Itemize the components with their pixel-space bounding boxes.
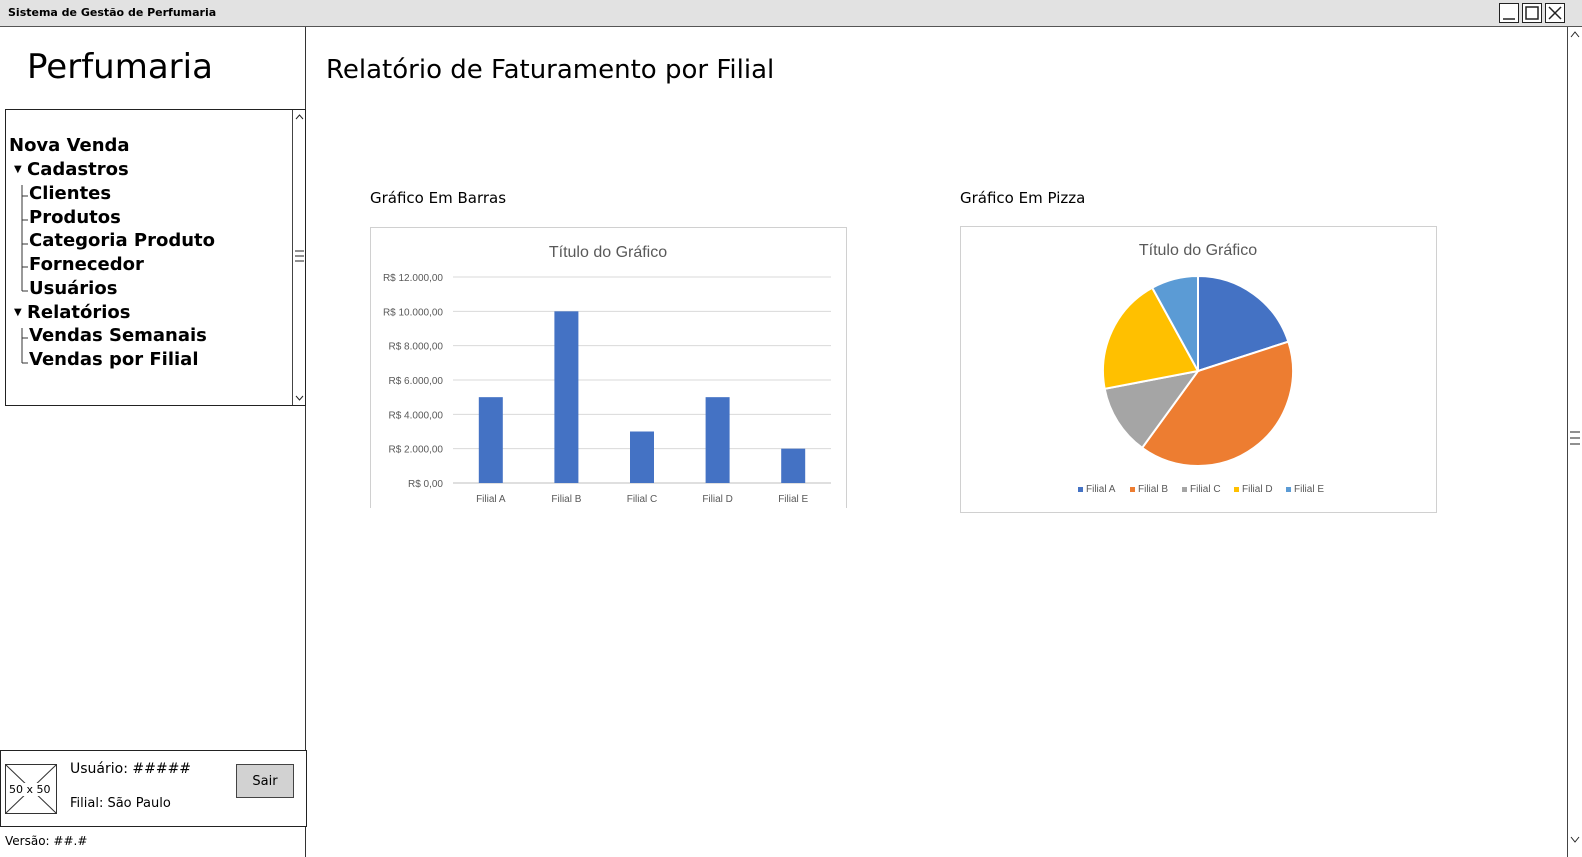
expand-triangle-icon[interactable]: ▼ xyxy=(14,307,22,318)
close-icon xyxy=(1548,6,1562,20)
legend-swatch xyxy=(1234,487,1239,492)
window-title-bar: Sistema de Gestão de Perfumaria xyxy=(0,0,1582,27)
avatar-size-label: 50 x 50 xyxy=(8,783,52,796)
bar xyxy=(478,397,503,483)
app-name: Perfumaria xyxy=(27,47,213,87)
user-label: Usuário: ##### xyxy=(70,761,192,777)
branch-label: Filial: São Paulo xyxy=(70,796,171,811)
navigation-tree: Nova Venda ▼ Cadastros Clientes Produtos… xyxy=(5,109,306,406)
avatar: 50 x 50 xyxy=(5,764,57,814)
y-tick-label: R$ 8.000,00 xyxy=(389,342,444,353)
chevron-up-icon xyxy=(295,114,304,120)
legend-label: Filial D xyxy=(1242,484,1273,495)
legend-swatch xyxy=(1286,487,1291,492)
maximize-icon xyxy=(1525,6,1539,20)
y-tick-label: R$ 2.000,00 xyxy=(389,445,444,456)
nav-usuarios[interactable]: Usuários xyxy=(29,278,117,299)
nav-cadastros[interactable]: Cadastros xyxy=(27,159,129,180)
nav-produtos[interactable]: Produtos xyxy=(29,207,121,228)
y-tick-label: R$ 6.000,00 xyxy=(389,376,444,387)
pie-chart: Título do Gráfico Filial A Filial B Filial … xyxy=(960,226,1437,513)
bar-chart: Título do Gráfico R$ 0,00 R$ 2.000,00 R$ 4.… xyxy=(370,227,847,508)
x-tick-label: Filial B xyxy=(551,494,581,505)
page-title: Relatório de Faturamento por Filial xyxy=(326,55,775,85)
bar xyxy=(781,448,806,483)
legend-swatch xyxy=(1130,487,1135,492)
bar xyxy=(705,397,730,483)
legend-label: Filial E xyxy=(1294,484,1324,495)
pie-chart-section-label: Gráfico Em Pizza xyxy=(960,189,1086,207)
legend-swatch xyxy=(1078,487,1083,492)
version-label: Versão: ##.# xyxy=(5,834,88,848)
bar xyxy=(630,431,654,483)
user-panel: 50 x 50 Usuário: ##### Filial: São Paulo… xyxy=(0,750,307,827)
chart-title: Título do Gráfico xyxy=(1139,242,1257,259)
chevron-down-icon xyxy=(295,395,304,401)
x-tick-label: Filial A xyxy=(476,494,506,505)
bar-chart-section-label: Gráfico Em Barras xyxy=(370,189,507,207)
nav-fornecedor[interactable]: Fornecedor xyxy=(29,254,144,275)
legend-label: Filial A xyxy=(1086,484,1116,495)
x-tick-label: Filial C xyxy=(627,494,658,505)
chevron-down-icon xyxy=(1570,836,1580,843)
legend-label: Filial C xyxy=(1190,484,1221,495)
main-scrollbar[interactable] xyxy=(1567,27,1582,857)
nav-relatorios[interactable]: Relatórios xyxy=(27,302,130,323)
y-tick-label: R$ 12.000,00 xyxy=(383,273,443,284)
minimize-button[interactable] xyxy=(1499,3,1519,23)
y-tick-label: R$ 0,00 xyxy=(408,479,443,490)
bar xyxy=(554,311,579,483)
nav-scrollbar[interactable] xyxy=(292,110,305,405)
scroll-grip-icon xyxy=(1570,431,1580,445)
legend-label: Filial B xyxy=(1138,484,1168,495)
pie-chart-canvas: Título do Gráfico Filial A Filial B Filial … xyxy=(1078,242,1324,495)
bar-chart-canvas: Título do Gráfico R$ 0,00 R$ 2.000,00 R$ 4.… xyxy=(383,244,831,505)
chevron-up-icon xyxy=(1570,31,1580,38)
nav-vendas-por-filial[interactable]: Vendas por Filial xyxy=(29,349,199,370)
nav-vendas-semanais[interactable]: Vendas Semanais xyxy=(29,325,207,346)
main-content: Relatório de Faturamento por Filial Gráf… xyxy=(306,27,1582,857)
sidebar: Perfumaria Nova Venda ▼ Cadastros Client… xyxy=(0,27,307,857)
chart-title: Título do Gráfico xyxy=(549,244,667,261)
nav-categoria-produto[interactable]: Categoria Produto xyxy=(29,230,215,251)
logout-button[interactable]: Sair xyxy=(236,764,294,798)
close-button[interactable] xyxy=(1545,3,1565,23)
y-tick-label: R$ 4.000,00 xyxy=(389,410,444,421)
expand-triangle-icon[interactable]: ▼ xyxy=(14,164,22,175)
y-tick-label: R$ 10.000,00 xyxy=(383,307,443,318)
x-tick-label: Filial D xyxy=(702,494,733,505)
minimize-icon xyxy=(1503,18,1515,20)
legend-swatch xyxy=(1182,487,1187,492)
x-tick-label: Filial E xyxy=(778,494,808,505)
nav-clientes[interactable]: Clientes xyxy=(29,183,111,204)
scroll-grip-icon xyxy=(295,250,304,262)
nav-new-sale[interactable]: Nova Venda xyxy=(9,135,130,156)
window-title: Sistema de Gestão de Perfumaria xyxy=(8,6,217,19)
maximize-button[interactable] xyxy=(1522,3,1542,23)
